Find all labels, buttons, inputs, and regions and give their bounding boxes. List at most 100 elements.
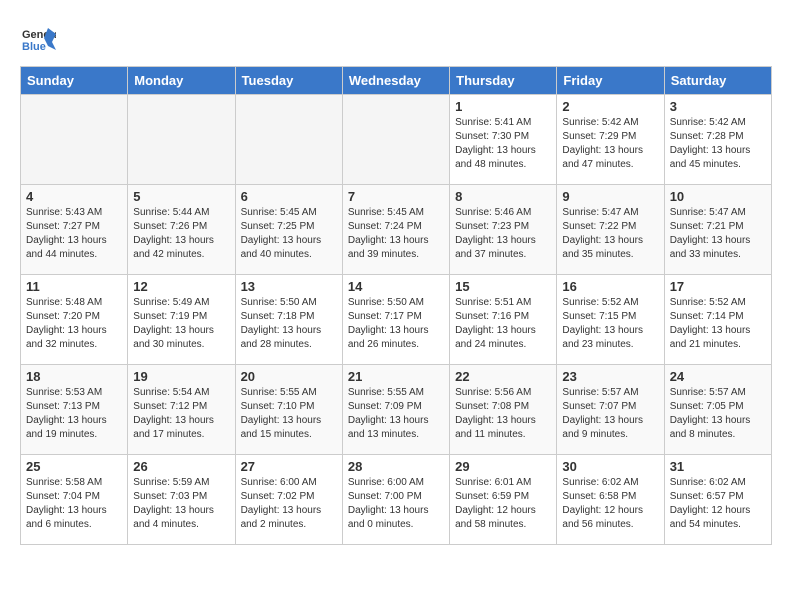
day-info: Sunrise: 5:43 AM Sunset: 7:27 PM Dayligh… [26,206,122,262]
day-number: 31 [670,459,766,474]
day-info: Sunrise: 5:52 AM Sunset: 7:14 PM Dayligh… [670,296,766,352]
day-number: 30 [562,459,658,474]
calendar-cell: 29 Sunrise: 6:01 AM Sunset: 6:59 PM Dayli… [450,455,557,545]
day-info: Sunrise: 5:58 AM Sunset: 7:04 PM Dayligh… [26,476,122,532]
day-info: Sunrise: 6:02 AM Sunset: 6:57 PM Dayligh… [670,476,766,532]
week-row-5: 25 Sunrise: 5:58 AM Sunset: 7:04 PM Dayli… [21,455,772,545]
day-number: 7 [348,189,444,204]
day-number: 22 [455,369,551,384]
calendar-cell: 3 Sunrise: 5:42 AM Sunset: 7:28 PM Daylig… [664,95,771,185]
calendar-cell: 27Sunrise: 6:00 AM Sunset: 7:02 PM Dayli… [235,455,342,545]
calendar-cell: 28 Sunrise: 6:00 AM Sunset: 7:00 PM Dayli… [342,455,449,545]
day-info: Sunrise: 5:48 AM Sunset: 7:20 PM Dayligh… [26,296,122,352]
day-info: Sunrise: 6:01 AM Sunset: 6:59 PM Dayligh… [455,476,551,532]
day-number: 19 [133,369,229,384]
day-info: Sunrise: 5:53 AM Sunset: 7:13 PM Dayligh… [26,386,122,442]
calendar-cell [342,95,449,185]
day-number: 23 [562,369,658,384]
logo: General Blue [20,20,60,56]
day-info: Sunrise: 5:47 AM Sunset: 7:21 PM Dayligh… [670,206,766,262]
calendar-cell: 19Sunrise: 5:54 AM Sunset: 7:12 PM Dayli… [128,365,235,455]
day-number: 6 [241,189,337,204]
calendar-cell: 9 Sunrise: 5:47 AM Sunset: 7:22 PM Daylig… [557,185,664,275]
calendar-cell: 18Sunrise: 5:53 AM Sunset: 7:13 PM Dayli… [21,365,128,455]
calendar-cell: 24 Sunrise: 5:57 AM Sunset: 7:05 PM Dayli… [664,365,771,455]
day-info: Sunrise: 5:41 AM Sunset: 7:30 PM Dayligh… [455,116,551,172]
week-row-2: 4 Sunrise: 5:43 AM Sunset: 7:27 PM Daylig… [21,185,772,275]
day-info: Sunrise: 5:59 AM Sunset: 7:03 PM Dayligh… [133,476,229,532]
day-number: 2 [562,99,658,114]
week-row-4: 18Sunrise: 5:53 AM Sunset: 7:13 PM Dayli… [21,365,772,455]
day-number: 29 [455,459,551,474]
day-number: 11 [26,279,122,294]
calendar-cell: 30Sunrise: 6:02 AM Sunset: 6:58 PM Dayli… [557,455,664,545]
day-info: Sunrise: 5:50 AM Sunset: 7:17 PM Dayligh… [348,296,444,352]
day-info: Sunrise: 6:00 AM Sunset: 7:00 PM Dayligh… [348,476,444,532]
day-info: Sunrise: 5:52 AM Sunset: 7:15 PM Dayligh… [562,296,658,352]
calendar-cell: 14 Sunrise: 5:50 AM Sunset: 7:17 PM Dayli… [342,275,449,365]
weekday-header-wednesday: Wednesday [342,67,449,95]
day-number: 17 [670,279,766,294]
day-info: Sunrise: 5:55 AM Sunset: 7:10 PM Dayligh… [241,386,337,442]
calendar-cell: 10 Sunrise: 5:47 AM Sunset: 7:21 PM Dayli… [664,185,771,275]
day-number: 26 [133,459,229,474]
day-number: 16 [562,279,658,294]
calendar-cell: 31 Sunrise: 6:02 AM Sunset: 6:57 PM Dayli… [664,455,771,545]
calendar-cell: 26 Sunrise: 5:59 AM Sunset: 7:03 PM Dayli… [128,455,235,545]
day-info: Sunrise: 5:44 AM Sunset: 7:26 PM Dayligh… [133,206,229,262]
day-info: Sunrise: 5:57 AM Sunset: 7:07 PM Dayligh… [562,386,658,442]
calendar-cell: 21 Sunrise: 5:55 AM Sunset: 7:09 PM Dayli… [342,365,449,455]
day-number: 24 [670,369,766,384]
day-number: 25 [26,459,122,474]
weekday-header-thursday: Thursday [450,67,557,95]
day-info: Sunrise: 5:45 AM Sunset: 7:24 PM Dayligh… [348,206,444,262]
day-number: 14 [348,279,444,294]
day-number: 15 [455,279,551,294]
calendar-cell: 13Sunrise: 5:50 AM Sunset: 7:18 PM Dayli… [235,275,342,365]
day-number: 8 [455,189,551,204]
week-row-3: 11 Sunrise: 5:48 AM Sunset: 7:20 PM Dayli… [21,275,772,365]
calendar-cell: 17 Sunrise: 5:52 AM Sunset: 7:14 PM Dayli… [664,275,771,365]
calendar-cell: 7 Sunrise: 5:45 AM Sunset: 7:24 PM Daylig… [342,185,449,275]
page-header: General Blue [20,20,772,56]
calendar-cell: 6 Sunrise: 5:45 AM Sunset: 7:25 PM Daylig… [235,185,342,275]
calendar-cell [21,95,128,185]
calendar-cell: 25 Sunrise: 5:58 AM Sunset: 7:04 PM Dayli… [21,455,128,545]
day-number: 4 [26,189,122,204]
calendar-table: SundayMondayTuesdayWednesdayThursdayFrid… [20,66,772,545]
weekday-header-saturday: Saturday [664,67,771,95]
day-info: Sunrise: 5:47 AM Sunset: 7:22 PM Dayligh… [562,206,658,262]
calendar-cell: 16 Sunrise: 5:52 AM Sunset: 7:15 PM Dayli… [557,275,664,365]
day-info: Sunrise: 6:00 AM Sunset: 7:02 PM Dayligh… [241,476,337,532]
calendar-cell: 11 Sunrise: 5:48 AM Sunset: 7:20 PM Dayli… [21,275,128,365]
calendar-cell [128,95,235,185]
calendar-cell [235,95,342,185]
day-number: 13 [241,279,337,294]
week-row-1: 1Sunrise: 5:41 AM Sunset: 7:30 PM Daylig… [21,95,772,185]
day-number: 10 [670,189,766,204]
weekday-header-friday: Friday [557,67,664,95]
day-info: Sunrise: 5:55 AM Sunset: 7:09 PM Dayligh… [348,386,444,442]
day-info: Sunrise: 5:49 AM Sunset: 7:19 PM Dayligh… [133,296,229,352]
calendar-cell: 1Sunrise: 5:41 AM Sunset: 7:30 PM Daylig… [450,95,557,185]
day-number: 28 [348,459,444,474]
day-number: 21 [348,369,444,384]
day-info: Sunrise: 5:42 AM Sunset: 7:29 PM Dayligh… [562,116,658,172]
day-info: Sunrise: 5:46 AM Sunset: 7:23 PM Dayligh… [455,206,551,262]
day-info: Sunrise: 5:57 AM Sunset: 7:05 PM Dayligh… [670,386,766,442]
day-info: Sunrise: 5:56 AM Sunset: 7:08 PM Dayligh… [455,386,551,442]
weekday-header-tuesday: Tuesday [235,67,342,95]
weekday-header-sunday: Sunday [21,67,128,95]
calendar-cell: 23 Sunrise: 5:57 AM Sunset: 7:07 PM Dayli… [557,365,664,455]
calendar-cell: 12Sunrise: 5:49 AM Sunset: 7:19 PM Dayli… [128,275,235,365]
day-info: Sunrise: 5:42 AM Sunset: 7:28 PM Dayligh… [670,116,766,172]
calendar-cell: 22 Sunrise: 5:56 AM Sunset: 7:08 PM Dayli… [450,365,557,455]
day-number: 3 [670,99,766,114]
day-info: Sunrise: 5:45 AM Sunset: 7:25 PM Dayligh… [241,206,337,262]
calendar-cell: 15 Sunrise: 5:51 AM Sunset: 7:16 PM Dayli… [450,275,557,365]
day-number: 9 [562,189,658,204]
calendar-cell: 4 Sunrise: 5:43 AM Sunset: 7:27 PM Daylig… [21,185,128,275]
svg-text:Blue: Blue [22,41,46,53]
day-info: Sunrise: 5:51 AM Sunset: 7:16 PM Dayligh… [455,296,551,352]
calendar-cell: 5Sunrise: 5:44 AM Sunset: 7:26 PM Daylig… [128,185,235,275]
